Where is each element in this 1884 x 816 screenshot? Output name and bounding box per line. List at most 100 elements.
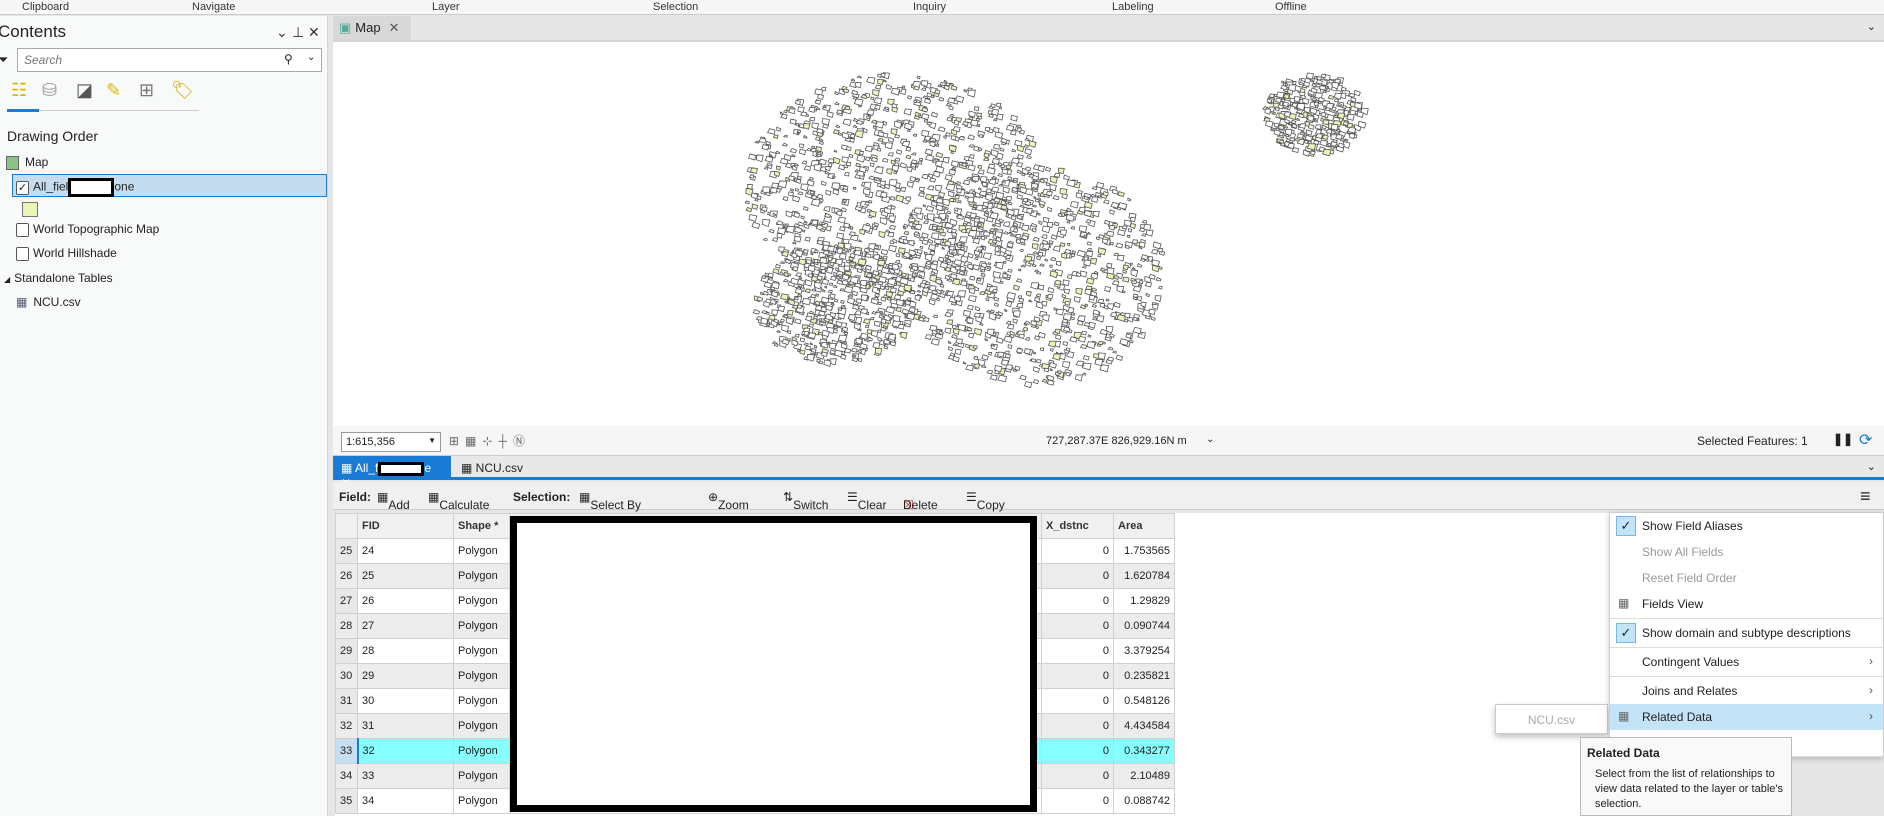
cell-fid[interactable]: 31: [357, 713, 454, 739]
cell-fid[interactable]: 27: [357, 613, 454, 639]
tabs-dropdown-icon[interactable]: ⌄: [1867, 460, 1876, 473]
cell-x-dstnc[interactable]: 0: [1041, 713, 1114, 739]
cell-area[interactable]: 0.090744: [1113, 613, 1175, 639]
menu-item-related-data[interactable]: ▦ Related Data ›: [1610, 704, 1883, 730]
cell-fid[interactable]: 28: [357, 638, 454, 664]
map-canvas[interactable]: [333, 40, 1884, 426]
cell-shape[interactable]: Polygon: [453, 613, 510, 639]
row-number[interactable]: 33: [335, 738, 359, 764]
cell-area[interactable]: 0.088742: [1113, 788, 1175, 814]
column-header-shape[interactable]: Shape *: [453, 513, 510, 539]
cell-area[interactable]: 4.434584: [1113, 713, 1175, 739]
list-by-source-icon[interactable]: ⛁: [42, 80, 57, 101]
topo-visibility-checkbox[interactable]: [16, 222, 29, 237]
switch-selection-button[interactable]: ⇅ Switch: [783, 490, 828, 512]
cell-area[interactable]: 1.29829: [1113, 588, 1175, 614]
column-header-x-dstnc[interactable]: X_dstnc: [1041, 513, 1114, 539]
list-by-drawing-order-icon[interactable]: ☷: [11, 80, 27, 101]
tab-layer-table[interactable]: ▦ All_fe ✕: [333, 456, 451, 490]
cell-shape[interactable]: Polygon: [453, 713, 510, 739]
tree-item-world-hillshade[interactable]: World Hillshade: [16, 246, 117, 261]
cell-x-dstnc[interactable]: 0: [1041, 738, 1114, 764]
cell-x-dstnc[interactable]: 0: [1041, 588, 1114, 614]
menu-item-reset-field-order[interactable]: Reset Field Order: [1610, 565, 1883, 591]
selected-features-count[interactable]: Selected Features: 1: [1697, 434, 1808, 448]
menu-item-show-domain-descriptions[interactable]: ✓ Show domain and subtype descriptions: [1610, 620, 1883, 646]
cell-x-dstnc[interactable]: 0: [1041, 788, 1114, 814]
pause-drawing-icon[interactable]: ❚❚: [1833, 432, 1853, 446]
cell-area[interactable]: 0.235821: [1113, 663, 1175, 689]
clear-selection-button[interactable]: ☰ Clear: [847, 490, 886, 512]
search-icon[interactable]: ⚲: [284, 52, 293, 66]
cell-area[interactable]: 3.379254: [1113, 638, 1175, 664]
tree-item-layer[interactable]: ✓ All_fiel one: [12, 174, 327, 197]
filter-icon[interactable]: ⏷: [0, 52, 8, 68]
row-number[interactable]: 27: [335, 588, 358, 614]
tab-ncu-csv[interactable]: ▦ NCU.csv: [453, 456, 531, 480]
cell-shape[interactable]: Polygon: [453, 638, 510, 664]
cell-x-dstnc[interactable]: 0: [1041, 663, 1114, 689]
cell-fid[interactable]: 30: [357, 688, 454, 714]
search-dropdown-icon[interactable]: ⌄: [307, 52, 315, 63]
zoom-to-button[interactable]: ⊕ Zoom To: [708, 490, 749, 526]
cell-x-dstnc[interactable]: 0: [1041, 638, 1114, 664]
cell-shape[interactable]: Polygon: [453, 688, 510, 714]
tree-item-ncu-csv[interactable]: ▦ NCU.csv: [16, 295, 81, 309]
cell-shape[interactable]: Polygon: [453, 738, 510, 764]
cell-area[interactable]: 1.620784: [1113, 563, 1175, 589]
column-header-area[interactable]: Area: [1113, 513, 1175, 539]
cell-fid[interactable]: 25: [357, 563, 454, 589]
close-icon[interactable]: ✕: [389, 20, 400, 35]
cell-x-dstnc[interactable]: 0: [1041, 538, 1114, 564]
menu-item-show-field-aliases[interactable]: ✓ Show Field Aliases: [1610, 513, 1883, 539]
layer-visibility-checkbox[interactable]: ✓: [16, 180, 29, 195]
table-options-menu-icon[interactable]: ≡: [1860, 486, 1871, 507]
layer-symbol-swatch[interactable]: [22, 202, 38, 217]
row-number[interactable]: 30: [335, 663, 358, 689]
scale-select[interactable]: 1:615,356 ▼: [341, 432, 441, 452]
cell-shape[interactable]: Polygon: [453, 588, 510, 614]
cell-fid[interactable]: 24: [357, 538, 454, 564]
calculate-field-button[interactable]: ▦ Calculate: [428, 490, 489, 512]
copy-button[interactable]: ☰ Copy: [966, 490, 1005, 512]
row-number[interactable]: 31: [335, 688, 358, 714]
cell-x-dstnc[interactable]: 0: [1041, 613, 1114, 639]
row-number[interactable]: 25: [335, 538, 358, 564]
close-icon[interactable]: ✕: [308, 24, 320, 41]
tree-item-map[interactable]: Map: [6, 155, 48, 170]
row-number[interactable]: 32: [335, 713, 358, 739]
list-by-editing-icon[interactable]: ✎: [106, 80, 121, 101]
row-number[interactable]: 35: [335, 788, 358, 814]
select-by-attributes-button[interactable]: ▦ Select By Attributes: [579, 490, 641, 526]
cell-fid[interactable]: 29: [357, 663, 454, 689]
cell-shape[interactable]: Polygon: [453, 663, 510, 689]
expand-icon[interactable]: ◢: [4, 275, 10, 284]
row-number[interactable]: 28: [335, 613, 358, 639]
cell-area[interactable]: 0.548126: [1113, 688, 1175, 714]
hillshade-visibility-checkbox[interactable]: [16, 246, 29, 261]
cell-shape[interactable]: Polygon: [453, 788, 510, 814]
cell-shape[interactable]: Polygon: [453, 538, 510, 564]
cell-x-dstnc[interactable]: 0: [1041, 763, 1114, 789]
cell-fid[interactable]: 33: [357, 763, 454, 789]
list-by-selection-icon[interactable]: ◪: [76, 80, 93, 101]
tabs-dropdown-icon[interactable]: ⌄: [1867, 20, 1876, 33]
cell-fid[interactable]: 26: [357, 588, 454, 614]
cell-x-dstnc[interactable]: 0: [1041, 688, 1114, 714]
list-by-snapping-icon[interactable]: ⊞: [139, 80, 154, 101]
map-nav-tools[interactable]: ⊞▦⊹┼Ⓝ: [449, 432, 531, 449]
list-by-labeling-icon[interactable]: 🏷: [171, 80, 194, 101]
cell-fid[interactable]: 34: [357, 788, 454, 814]
select-all-corner[interactable]: [335, 513, 358, 539]
cell-area[interactable]: 0.343277: [1113, 738, 1175, 764]
menu-item-contingent-values[interactable]: Contingent Values ›: [1610, 649, 1883, 675]
cell-fid[interactable]: 32: [357, 738, 454, 764]
refresh-icon[interactable]: ⟳: [1859, 430, 1872, 450]
menu-item-joins-and-relates[interactable]: Joins and Relates ›: [1610, 678, 1883, 704]
column-header-fid[interactable]: FID: [357, 513, 454, 539]
tree-item-world-topographic[interactable]: World Topographic Map: [16, 222, 159, 237]
row-number[interactable]: 26: [335, 563, 358, 589]
tab-map[interactable]: ▣ Map ✕: [333, 16, 411, 40]
row-number[interactable]: 29: [335, 638, 358, 664]
cell-shape[interactable]: Polygon: [453, 763, 510, 789]
